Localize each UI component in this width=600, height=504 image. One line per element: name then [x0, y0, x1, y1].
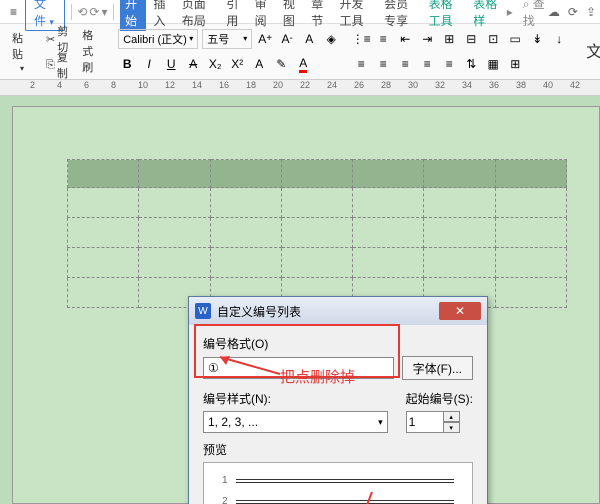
- align-l[interactable]: ≡: [352, 55, 370, 73]
- numbering[interactable]: ≡: [374, 30, 392, 48]
- font-color[interactable]: A: [294, 55, 312, 73]
- cloud-icon[interactable]: ☁: [548, 5, 560, 19]
- sync-icon[interactable]: ⟳: [568, 5, 578, 19]
- para-opt[interactable]: ↓: [550, 30, 568, 48]
- menu-bar: ≡ 文件 ▾ ⟲⟳▾ 开始 插入 页面布局 引用 审阅 视图 章节 开发工具 会…: [0, 0, 600, 24]
- table[interactable]: [67, 159, 567, 308]
- align-r[interactable]: ≡: [396, 55, 414, 73]
- indent-inc[interactable]: ⇥: [418, 30, 436, 48]
- preview-label: 预览: [203, 441, 473, 458]
- bold-button[interactable]: B: [118, 55, 136, 73]
- borders[interactable]: ⊞: [506, 55, 524, 73]
- custom-number-list-dialog: W 自定义编号列表 ✕ 编号格式(O) 字体(F)... 编号样式(N): 1,…: [188, 296, 488, 504]
- change-case[interactable]: A: [300, 30, 318, 48]
- para-mark[interactable]: ↡: [528, 30, 546, 48]
- format-label: 编号格式(O): [203, 335, 473, 352]
- font-size-select[interactable]: 五号▾: [202, 29, 252, 49]
- bullets[interactable]: ⋮≡: [352, 30, 370, 48]
- number-style-select[interactable]: 1, 2, 3, ...▾: [203, 411, 388, 433]
- app-icon: W: [195, 303, 211, 319]
- hamburger-icon[interactable]: ≡: [4, 3, 23, 21]
- sub-button[interactable]: X₂: [206, 55, 224, 73]
- preview-box: 1 2 3: [203, 462, 473, 504]
- sup-button[interactable]: X²: [228, 55, 246, 73]
- dialog-titlebar[interactable]: W 自定义编号列表 ✕: [189, 297, 487, 325]
- start-number-spinner[interactable]: ▴▾: [406, 411, 473, 433]
- paste-button[interactable]: 粘贴▾: [6, 26, 38, 74]
- font-name-select[interactable]: Calibri (正文)▾: [118, 29, 198, 49]
- ribbon-toolbar: 粘贴▾ ✂ 剪切 ⎘ 复制 格式刷 Calibri (正文)▾ 五号▾ A+ A…: [0, 24, 600, 80]
- align-j[interactable]: ≡: [418, 55, 436, 73]
- text-direction[interactable]: 文: [580, 26, 600, 74]
- search-box[interactable]: ⌕ 查找: [523, 0, 546, 29]
- text-effect[interactable]: A: [250, 55, 268, 73]
- italic-button[interactable]: I: [140, 55, 158, 73]
- highlight[interactable]: ✎: [272, 55, 290, 73]
- font-button[interactable]: 字体(F)...: [402, 356, 473, 380]
- sort[interactable]: ⊞: [440, 30, 458, 48]
- share-icon[interactable]: ⇪: [586, 5, 596, 19]
- clear-format[interactable]: ◈: [322, 30, 340, 48]
- strike-button[interactable]: A: [184, 55, 202, 73]
- horizontal-ruler: 24681012141618202224262830323436384042: [0, 80, 600, 96]
- dialog-title: 自定义编号列表: [217, 303, 301, 320]
- copy-button[interactable]: ⎘ 复制: [42, 47, 72, 83]
- document-canvas: W 自定义编号列表 ✕ 编号格式(O) 字体(F)... 编号样式(N): 1,…: [0, 96, 600, 504]
- style-label: 编号样式(N):: [203, 390, 388, 407]
- indent-dec[interactable]: ⇤: [396, 30, 414, 48]
- align-c[interactable]: ≡: [374, 55, 392, 73]
- close-button[interactable]: ✕: [439, 302, 481, 320]
- shading[interactable]: ▦: [484, 55, 502, 73]
- border1[interactable]: ⊟: [462, 30, 480, 48]
- border2[interactable]: ⊡: [484, 30, 502, 48]
- start-label: 起始编号(S):: [406, 390, 473, 407]
- annotation-text: 把点删除掉: [280, 366, 355, 387]
- align-d[interactable]: ≡: [440, 55, 458, 73]
- border3[interactable]: ▭: [506, 30, 524, 48]
- format-painter-button[interactable]: 格式刷: [76, 26, 106, 74]
- grow-font[interactable]: A+: [256, 30, 274, 48]
- linespace[interactable]: ⇅: [462, 55, 480, 73]
- shrink-font[interactable]: A-: [278, 30, 296, 48]
- underline-button[interactable]: U: [162, 55, 180, 73]
